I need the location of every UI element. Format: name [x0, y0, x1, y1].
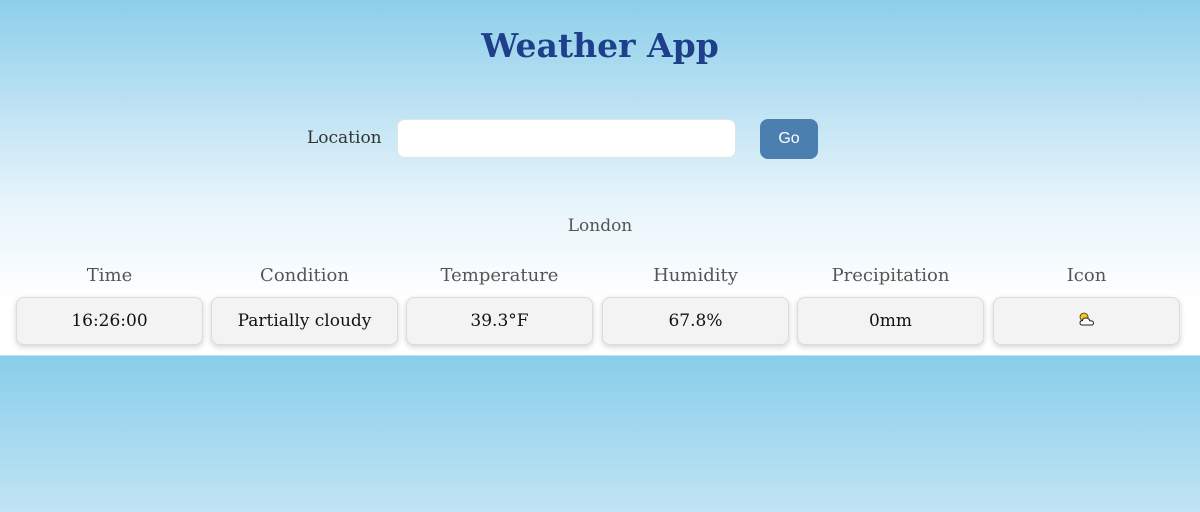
column-header: Condition	[260, 265, 349, 286]
column-header: Precipitation	[831, 265, 950, 286]
temperature-value: 39.3°F	[406, 297, 593, 345]
location-label: Location	[307, 128, 382, 148]
column-header: Icon	[1066, 265, 1107, 286]
icon-cell	[993, 297, 1180, 345]
column-header: Humidity	[653, 265, 738, 286]
column-header: Time	[86, 265, 133, 286]
column-condition: Condition Partially cloudy	[211, 264, 398, 345]
city-name: London	[567, 216, 633, 236]
partly-cloudy-icon	[1077, 311, 1097, 332]
location-input[interactable]	[397, 119, 736, 158]
time-value: 16:26:00	[16, 297, 203, 345]
condition-value: Partially cloudy	[211, 297, 398, 345]
precipitation-value: 0mm	[797, 297, 984, 345]
column-precipitation: Precipitation 0mm	[797, 264, 984, 345]
column-time: Time 16:26:00	[16, 264, 203, 345]
humidity-value: 67.8%	[602, 297, 789, 345]
column-header: Temperature	[440, 265, 559, 286]
column-humidity: Humidity 67.8%	[602, 264, 789, 345]
column-icon: Icon	[993, 264, 1180, 345]
go-button[interactable]: Go	[760, 119, 818, 159]
page-title: Weather App	[481, 26, 719, 65]
weather-app: Weather App Location Go London Time 16:2…	[0, 0, 1200, 355]
column-temperature: Temperature 39.3°F	[406, 264, 593, 345]
